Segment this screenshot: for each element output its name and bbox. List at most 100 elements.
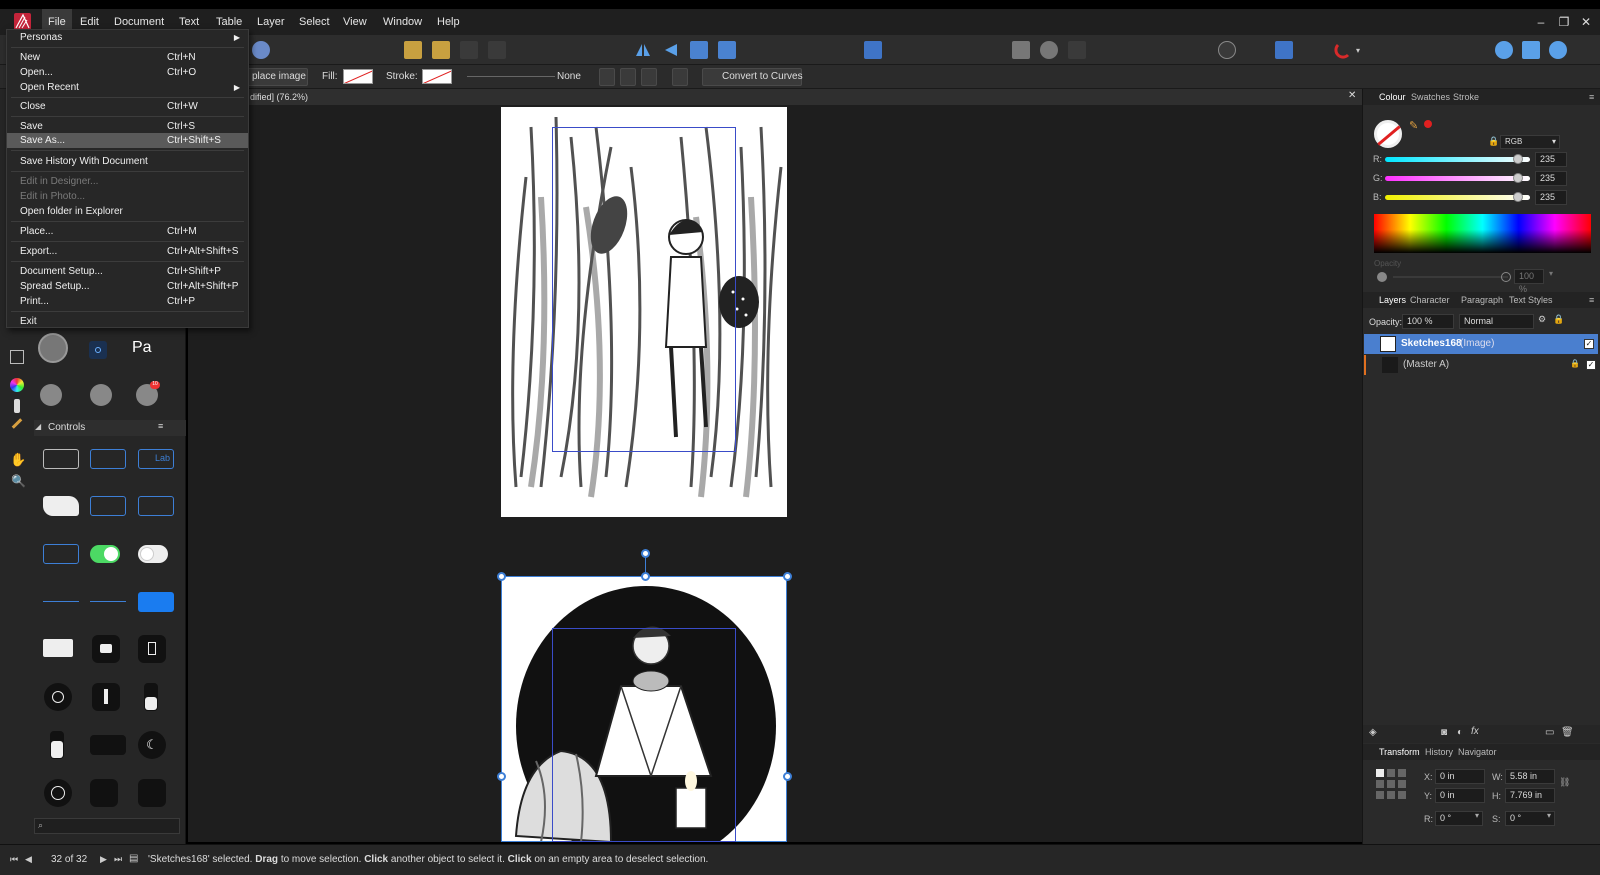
zoom-tool-icon[interactable]: 🔍: [11, 474, 26, 488]
menu-select[interactable]: Select: [293, 9, 336, 35]
blend-mode-select[interactable]: Normal: [1459, 314, 1534, 329]
affinity-publisher-logo-icon[interactable]: [14, 13, 31, 30]
r-value-field[interactable]: 235: [1535, 152, 1567, 167]
brightness-slider-icon[interactable]: [144, 683, 158, 711]
toggle-off-asset[interactable]: [138, 545, 168, 563]
volume-slider-icon[interactable]: [50, 731, 64, 759]
tab-navigator[interactable]: Navigator: [1458, 744, 1497, 760]
control-grid-icon[interactable]: [138, 779, 166, 807]
insert-ellipse-frame-icon[interactable]: [1040, 41, 1058, 59]
layer-opacity-field[interactable]: 100 %: [1402, 314, 1454, 329]
resize-handle-right[interactable]: [783, 772, 792, 781]
menu-item-place[interactable]: Place... Ctrl+M: [7, 224, 248, 239]
menu-item-open-folder[interactable]: Open folder in Explorer: [7, 204, 248, 219]
persona-icon[interactable]: [252, 41, 270, 59]
first-page-icon[interactable]: ⏮: [10, 854, 18, 865]
crop-tool-icon[interactable]: [10, 350, 24, 364]
outline-asset-2[interactable]: [138, 496, 174, 516]
master-lock-icon[interactable]: 🔒: [1570, 359, 1580, 368]
r-slider[interactable]: [1385, 157, 1530, 162]
rotate-left-icon[interactable]: [690, 41, 708, 59]
link-aspect-icon[interactable]: ⛓: [1559, 777, 1570, 788]
tab-paragraph[interactable]: Paragraph: [1461, 292, 1503, 308]
menu-item-personas[interactable]: Personas ▶: [7, 30, 248, 45]
menu-item-print[interactable]: Print... Ctrl+P: [7, 294, 248, 309]
category-menu-icon[interactable]: ≡: [158, 421, 163, 431]
device-asset-1[interactable]: [40, 384, 62, 406]
menu-item-export[interactable]: Export... Ctrl+Alt+Shift+S: [7, 244, 248, 259]
add-layer-icon[interactable]: ▭: [1545, 727, 1554, 738]
mask-icon[interactable]: ◙: [1441, 727, 1447, 738]
spread-icon[interactable]: ▤: [129, 853, 138, 864]
fill-colour-well[interactable]: [1374, 120, 1402, 148]
divider-asset-2[interactable]: [90, 601, 126, 602]
distribute-icon[interactable]: [641, 68, 657, 86]
toggle-on-asset[interactable]: [90, 545, 120, 563]
last-page-icon[interactable]: ⏭: [114, 854, 122, 865]
blue-button-asset[interactable]: [138, 592, 174, 612]
delete-layer-icon[interactable]: 🗑: [1561, 727, 1574, 738]
tab-swatches[interactable]: Swatches: [1411, 89, 1450, 105]
layer-visibility-checkbox[interactable]: ✓: [1584, 339, 1594, 349]
apple-pay-asset[interactable]: Pa: [132, 339, 152, 357]
resize-handle-top-right[interactable]: [783, 572, 792, 581]
shear-dropdown-icon[interactable]: ▾: [1547, 811, 1551, 820]
collapse-icon[interactable]: ◢: [35, 422, 41, 431]
opacity-dropdown-icon[interactable]: ▾: [1549, 269, 1553, 278]
anchor-grid[interactable]: [1376, 769, 1406, 799]
w-field[interactable]: 5.58 in: [1505, 769, 1555, 784]
fill-tool-icon[interactable]: [14, 399, 20, 413]
menu-item-open[interactable]: Open... Ctrl+O: [7, 65, 248, 80]
g-slider[interactable]: [1385, 176, 1530, 181]
flip-horizontal-icon[interactable]: [634, 41, 652, 59]
menu-view[interactable]: View: [337, 9, 373, 35]
tab-stroke[interactable]: Stroke: [1453, 89, 1479, 105]
panel-menu-icon[interactable]: ≡: [1589, 89, 1594, 105]
pen-tool-icon[interactable]: [11, 418, 23, 429]
rotate-right-icon[interactable]: [718, 41, 736, 59]
minimize-icon[interactable]: –: [1532, 13, 1550, 31]
arrange-back-icon[interactable]: [404, 41, 422, 59]
tab-text-styles[interactable]: Text Styles: [1509, 292, 1553, 308]
g-slider-knob[interactable]: [1513, 173, 1524, 183]
rotate-icon[interactable]: [672, 68, 688, 86]
master-visibility-checkbox[interactable]: ✓: [1586, 360, 1596, 370]
layer-row-selected[interactable]: Sketches168 (Image) ✓: [1364, 334, 1598, 354]
restore-icon[interactable]: ❐: [1555, 13, 1573, 31]
tab-colour[interactable]: Colour: [1379, 89, 1406, 105]
calculator-icon[interactable]: [138, 635, 166, 663]
studio-toggle-icon-2[interactable]: [1522, 41, 1540, 59]
avatar-asset[interactable]: [38, 333, 68, 363]
flip-vertical-icon[interactable]: [662, 41, 680, 59]
x-field[interactable]: 0 in: [1435, 769, 1485, 784]
snapping-magnet-icon[interactable]: [1334, 41, 1352, 59]
card-asset[interactable]: [43, 496, 79, 516]
menu-item-new[interactable]: New Ctrl+N: [7, 50, 248, 65]
menu-item-spread-setup[interactable]: Spread Setup... Ctrl+Alt+Shift+P: [7, 279, 248, 294]
menu-item-document-setup[interactable]: Document Setup... Ctrl+Shift+P: [7, 264, 248, 279]
rotation-lock-icon[interactable]: [44, 779, 72, 807]
stroke-swatch[interactable]: [422, 69, 452, 84]
menu-item-save-history[interactable]: Save History With Document: [7, 154, 248, 169]
resize-handle-top-left[interactable]: [497, 572, 506, 581]
stroke-style-preview[interactable]: [467, 76, 555, 77]
visibility-icon[interactable]: [620, 68, 636, 86]
g-value-field[interactable]: 235: [1535, 171, 1567, 186]
outline-asset-1[interactable]: [90, 496, 126, 516]
menu-item-save-as[interactable]: Save As... Ctrl+Shift+S: [7, 133, 248, 148]
lock-icon[interactable]: 🔒: [1488, 136, 1499, 147]
y-field[interactable]: 0 in: [1435, 788, 1485, 803]
close-document-icon[interactable]: ✕: [1348, 90, 1356, 101]
layers-panel-menu-icon[interactable]: ≡: [1589, 292, 1594, 308]
rotation-dropdown-icon[interactable]: ▾: [1475, 811, 1479, 820]
timer-icon[interactable]: [44, 683, 72, 711]
transform-origin-icon[interactable]: [599, 68, 615, 86]
page-indicator[interactable]: 32 of 32: [51, 854, 87, 865]
fx-icon[interactable]: fx: [1471, 726, 1479, 737]
text-wrap-icon[interactable]: [1275, 41, 1293, 59]
do-not-disturb-icon[interactable]: ☾: [138, 731, 166, 759]
b-value-field[interactable]: 235: [1535, 190, 1567, 205]
tab-character[interactable]: Character: [1410, 292, 1450, 308]
keyboard-asset[interactable]: [43, 639, 73, 657]
resize-handle-left[interactable]: [497, 772, 506, 781]
